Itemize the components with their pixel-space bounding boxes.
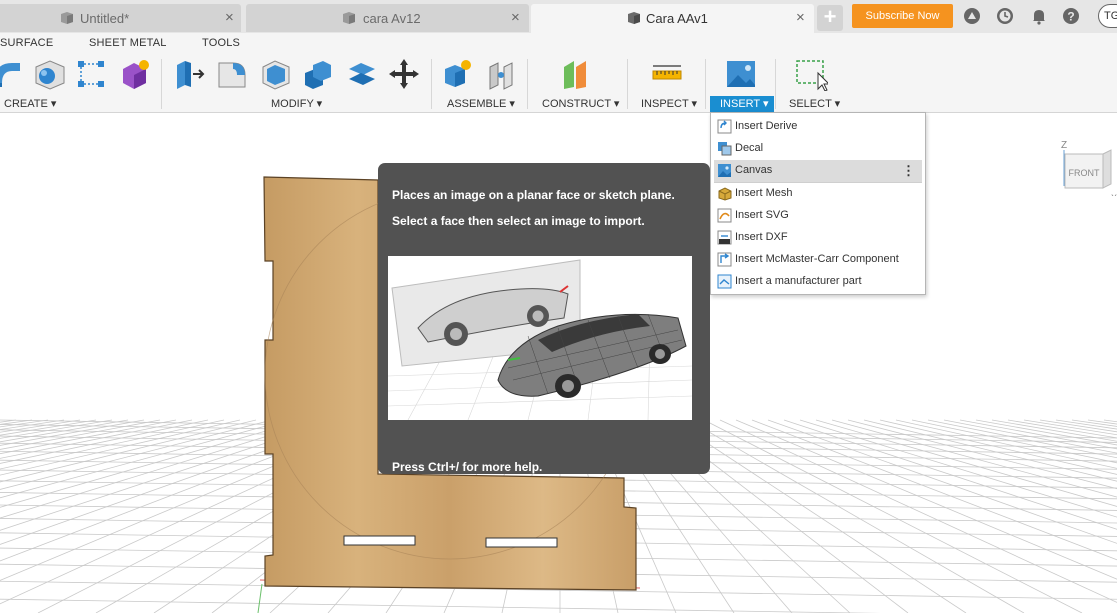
sphere-box-icon[interactable] [32,57,66,91]
tab-cara-av12[interactable]: cara Av12 × [246,4,529,32]
separator [627,59,628,109]
extensions-icon[interactable] [962,6,982,26]
document-icon [343,12,355,24]
construct-menu[interactable]: CONSTRUCT ▾ [542,97,619,110]
fillet-icon[interactable] [215,57,249,91]
offset-plane-icon[interactable] [560,57,594,91]
insert-image-icon[interactable] [724,57,758,91]
insert-svg-icon [717,208,732,223]
separator [705,59,706,109]
shell-icon[interactable] [259,57,293,91]
tab-label: cara Av12 [363,11,421,26]
close-tab-icon[interactable]: × [225,9,234,26]
menu-item-insert-dxf[interactable]: Insert DXF [714,227,922,249]
menu-item-label: Insert Mesh [735,187,793,199]
measure-icon[interactable] [650,57,684,91]
create-form-icon[interactable] [118,57,152,91]
document-tab-bar: Untitled* × cara Av12 × Cara AAv1 × + Su… [0,0,1117,33]
tooltip-preview-image [388,256,692,420]
modify-menu[interactable]: MODIFY ▾ [271,97,322,110]
inspect-menu[interactable]: INSPECT ▾ [641,97,697,110]
menu-item-manufacturer-part[interactable]: Insert a manufacturer part [714,271,922,293]
combine-icon[interactable] [301,57,335,91]
tab-tools[interactable]: TOOLS [202,37,240,49]
joint-icon[interactable] [485,57,519,91]
more-options-icon[interactable]: ⋮ [902,163,915,179]
tooltip-description: Places an image on a planar face or sket… [392,188,675,202]
axis-z-label: Z [1061,140,1067,151]
move-copy-icon[interactable] [387,57,421,91]
canvas-icon [718,164,731,177]
insert-dxf-icon [717,230,732,245]
tooltip-instruction: Select a face then select an image to im… [392,214,645,228]
menu-item-insert-svg[interactable]: Insert SVG [714,205,922,227]
mcmaster-icon [717,252,732,267]
close-tab-icon[interactable]: × [511,9,520,26]
new-tab-button[interactable]: + [817,5,843,31]
menu-item-label: Insert a manufacturer part [735,275,862,287]
view-cube[interactable]: Z FRONT X [1055,126,1117,196]
menu-item-label: Insert SVG [735,209,789,221]
tab-label: Cara AAv1 [646,11,708,26]
tab-label: Untitled* [80,11,130,26]
canvas-tooltip: Places an image on a planar face or sket… [378,163,710,474]
new-component-icon[interactable] [441,57,475,91]
tooltip-help-hint: Press Ctrl+/ for more help. [392,460,543,474]
axis-x-label: X [1111,193,1117,196]
toolbar-ribbon: SURFACE SHEET METAL TOOLS CREATE ▾ MODIF… [0,33,1117,113]
job-status-icon[interactable] [995,6,1015,26]
menu-item-mcmaster-carr[interactable]: Insert McMaster-Carr Component [714,249,922,271]
menu-item-decal[interactable]: Decal [714,138,922,160]
select-menu[interactable]: SELECT ▾ [789,97,840,110]
insert-derive-icon [717,119,732,134]
revolve-icon[interactable] [0,57,24,91]
subscribe-button[interactable]: Subscribe Now [852,4,953,28]
separator [775,59,776,109]
notifications-bell-icon[interactable] [1029,6,1049,26]
separator [527,59,528,109]
menu-item-label: Insert McMaster-Carr Component [735,253,899,265]
document-icon [61,12,73,24]
user-avatar[interactable]: TG [1098,4,1117,28]
decal-icon [718,142,732,156]
insert-menu-button[interactable]: INSERT ▾ [710,96,774,112]
tab-surface[interactable]: SURFACE [0,37,53,49]
menu-item-insert-mesh[interactable]: Insert Mesh [714,183,922,205]
separator [161,59,162,109]
menu-item-label: Canvas [735,164,773,176]
pattern-icon[interactable] [74,57,108,91]
menu-item-label: Insert Derive [735,120,798,132]
menu-item-label: Insert DXF [735,231,788,243]
document-icon [628,12,640,24]
separator [431,59,432,109]
offset-face-icon[interactable] [345,57,379,91]
tab-cara-aav1[interactable]: Cara AAv1 × [531,4,814,33]
menu-item-canvas[interactable]: Canvas ⋮ [714,160,922,182]
close-tab-icon[interactable]: × [796,9,805,26]
help-icon[interactable]: ? [1061,6,1081,26]
insert-mesh-icon [718,187,732,201]
viewcube-front-label: FRONT [1069,168,1100,178]
menu-item-label: Decal [735,142,764,154]
tab-sheet-metal[interactable]: SHEET METAL [89,37,167,49]
menu-item-insert-derive[interactable]: Insert Derive [714,116,922,138]
manufacturer-part-icon [717,274,732,289]
tab-untitled[interactable]: Untitled* × [0,4,241,32]
select-window-icon[interactable] [794,57,828,91]
insert-dropdown-menu: Insert Derive Decal Canvas ⋮ Insert Mesh… [710,112,926,295]
assemble-menu[interactable]: ASSEMBLE ▾ [447,97,515,110]
svg-text:?: ? [1067,10,1074,24]
create-menu[interactable]: CREATE ▾ [4,97,56,110]
press-pull-icon[interactable] [173,57,207,91]
